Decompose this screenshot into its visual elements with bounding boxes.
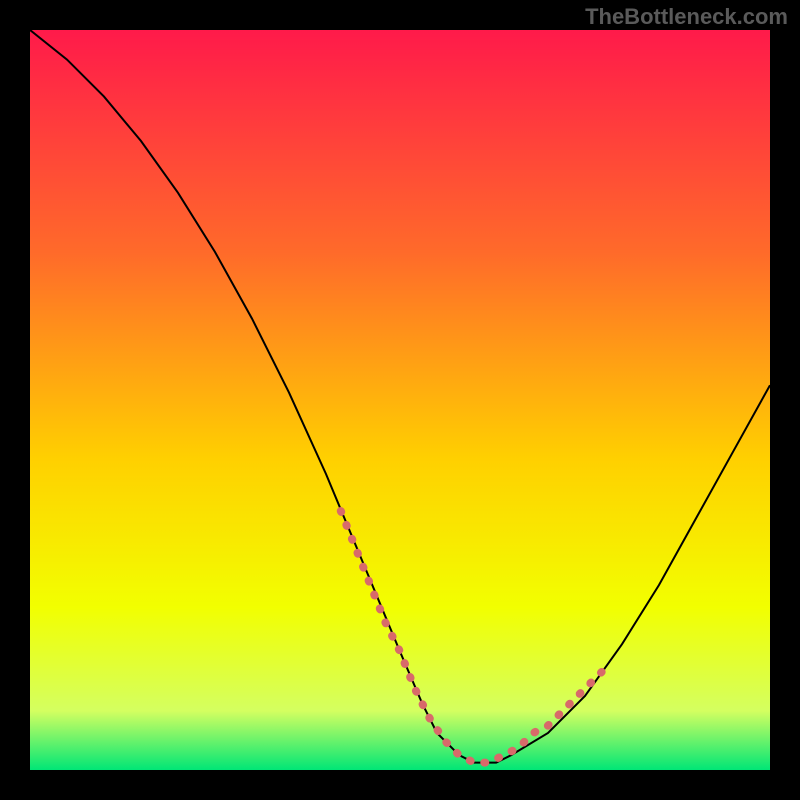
chart-plot-area	[30, 30, 770, 770]
chart-svg	[30, 30, 770, 770]
watermark-text: TheBottleneck.com	[585, 4, 788, 30]
